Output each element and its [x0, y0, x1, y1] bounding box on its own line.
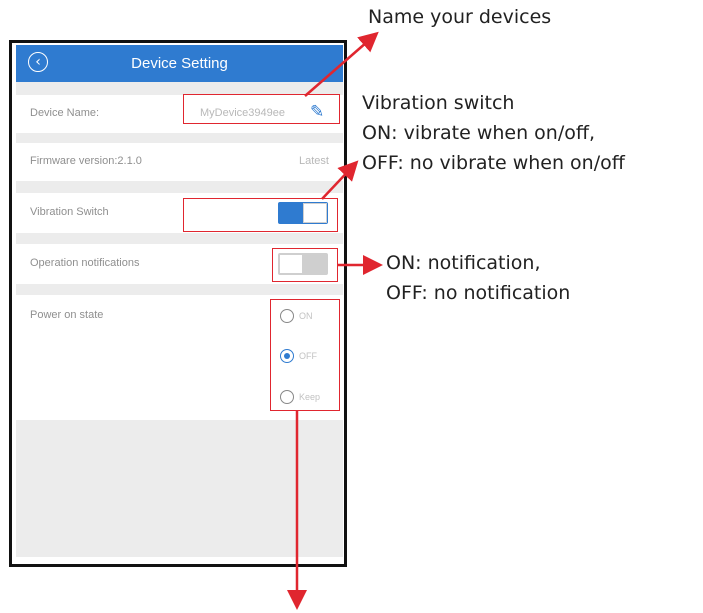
annotation-vibration-on: ON: vibrate when on/off,	[362, 122, 596, 144]
annotation-name-devices: Name your devices	[368, 6, 552, 28]
annotation-notification-off: OFF: no notification	[386, 282, 571, 304]
annotation-notification-on: ON: notification,	[386, 252, 541, 274]
annotation-vibration-off: OFF: no vibrate when on/off	[362, 152, 625, 174]
arrow-to-name-devices	[304, 31, 379, 97]
annotation-arrows	[287, 31, 383, 610]
annotation-vibration-title: Vibration switch	[362, 92, 515, 114]
arrow-to-vibration-note	[321, 160, 359, 200]
